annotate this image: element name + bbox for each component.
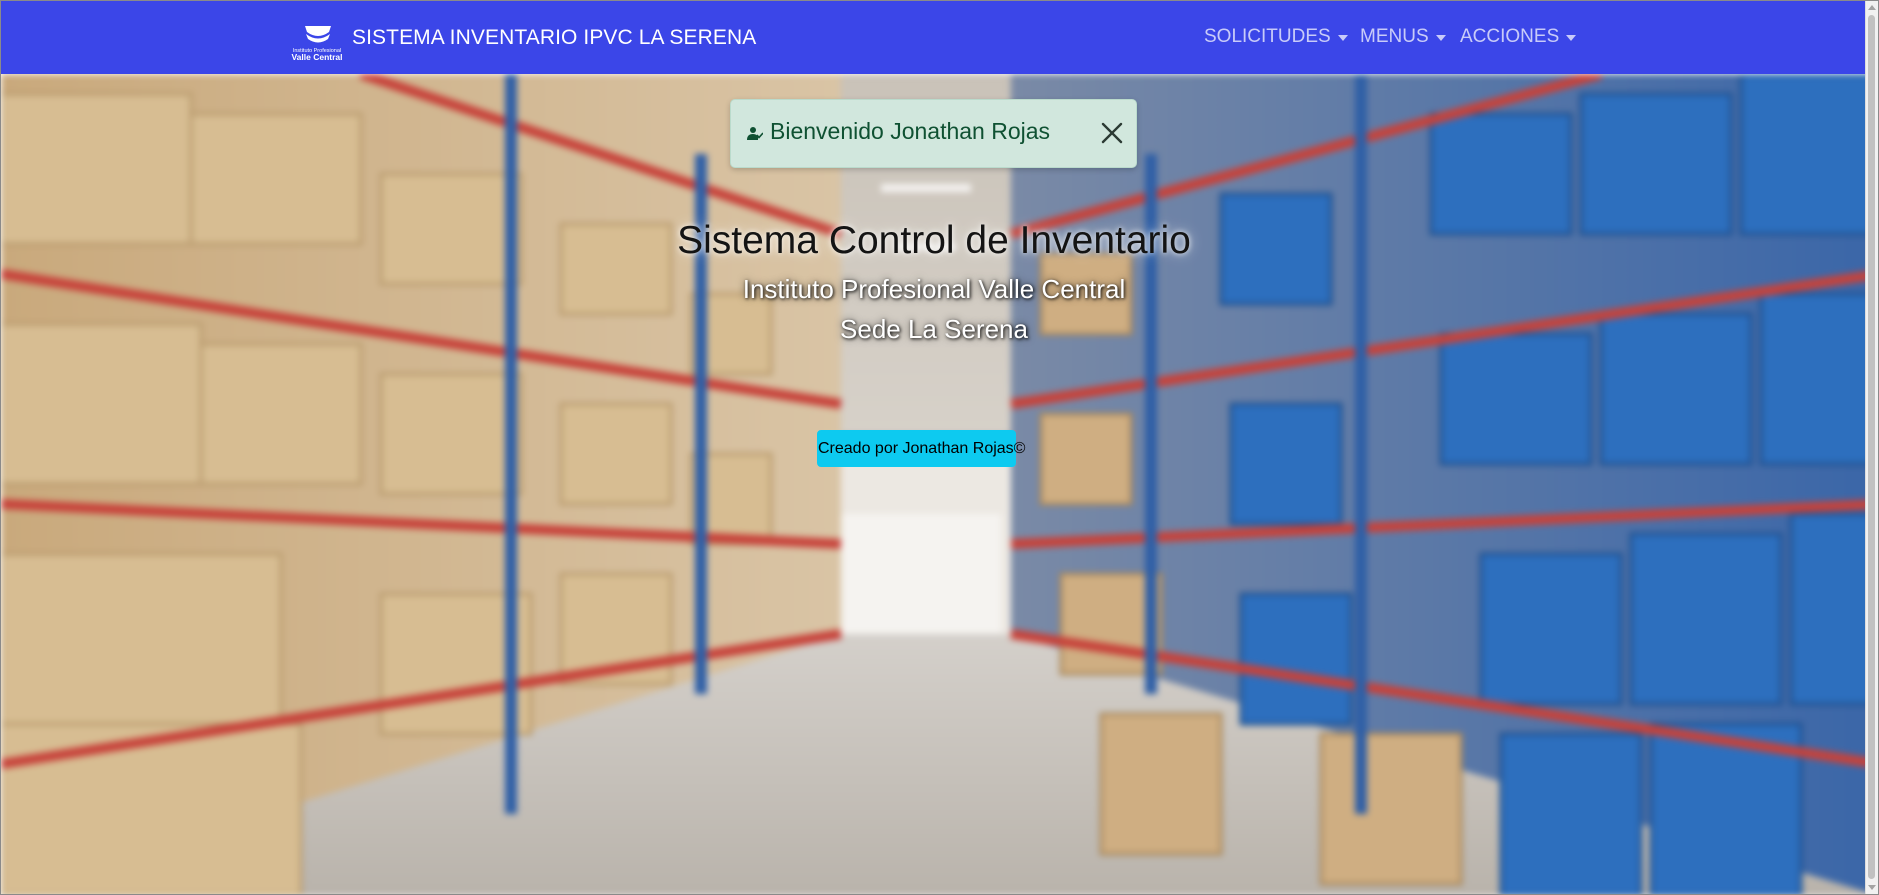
scroll-down-arrow-icon[interactable] bbox=[1868, 885, 1876, 890]
page-subtitle-institute: Instituto Profesional Valle Central bbox=[742, 274, 1126, 304]
nav-label-acciones: ACCIONES bbox=[1460, 26, 1560, 47]
nav-label-menus: MENUS bbox=[1360, 26, 1429, 47]
credit-button[interactable]: Creado por Jonathan Rojas© bbox=[817, 430, 1025, 467]
page: Instituto Profesional Valle Central SIST… bbox=[0, 0, 1879, 895]
caret-down-icon bbox=[1435, 34, 1446, 41]
nav-dropdown-acciones[interactable]: ACCIONES bbox=[1460, 26, 1577, 48]
ipvc-logo[interactable]: Instituto Profesional Valle Central bbox=[285, 24, 349, 64]
logo-line-2: Valle Central bbox=[291, 52, 342, 62]
scrollbar-thumb[interactable] bbox=[1868, 15, 1875, 879]
vertical-scrollbar[interactable] bbox=[1865, 1, 1878, 894]
hero-section: Bienvenido Jonathan Rojas Sistema Contro… bbox=[1, 74, 1878, 894]
caret-down-icon bbox=[1337, 34, 1348, 41]
top-navbar: Instituto Profesional Valle Central SIST… bbox=[1, 1, 1878, 74]
close-icon[interactable] bbox=[1100, 121, 1124, 145]
page-subtitle-campus: Sede La Serena bbox=[840, 314, 1028, 344]
page-title: Sistema Control de Inventario bbox=[677, 219, 1191, 262]
nav-dropdown-menus[interactable]: MENUS bbox=[1360, 26, 1446, 48]
alert-message: Bienvenido Jonathan Rojas bbox=[770, 118, 1051, 144]
brand-title-link[interactable]: SISTEMA INVENTARIO IPVC LA SERENA bbox=[352, 26, 756, 50]
warehouse-background-image bbox=[1, 74, 1878, 894]
welcome-alert: Bienvenido Jonathan Rojas bbox=[730, 99, 1137, 168]
nav-label-solicitudes: SOLICITUDES bbox=[1204, 26, 1331, 47]
scroll-up-arrow-icon[interactable] bbox=[1868, 5, 1876, 10]
caret-down-icon bbox=[1566, 34, 1577, 41]
user-check-icon bbox=[747, 127, 763, 140]
nav-dropdown-solicitudes[interactable]: SOLICITUDES bbox=[1204, 26, 1348, 48]
